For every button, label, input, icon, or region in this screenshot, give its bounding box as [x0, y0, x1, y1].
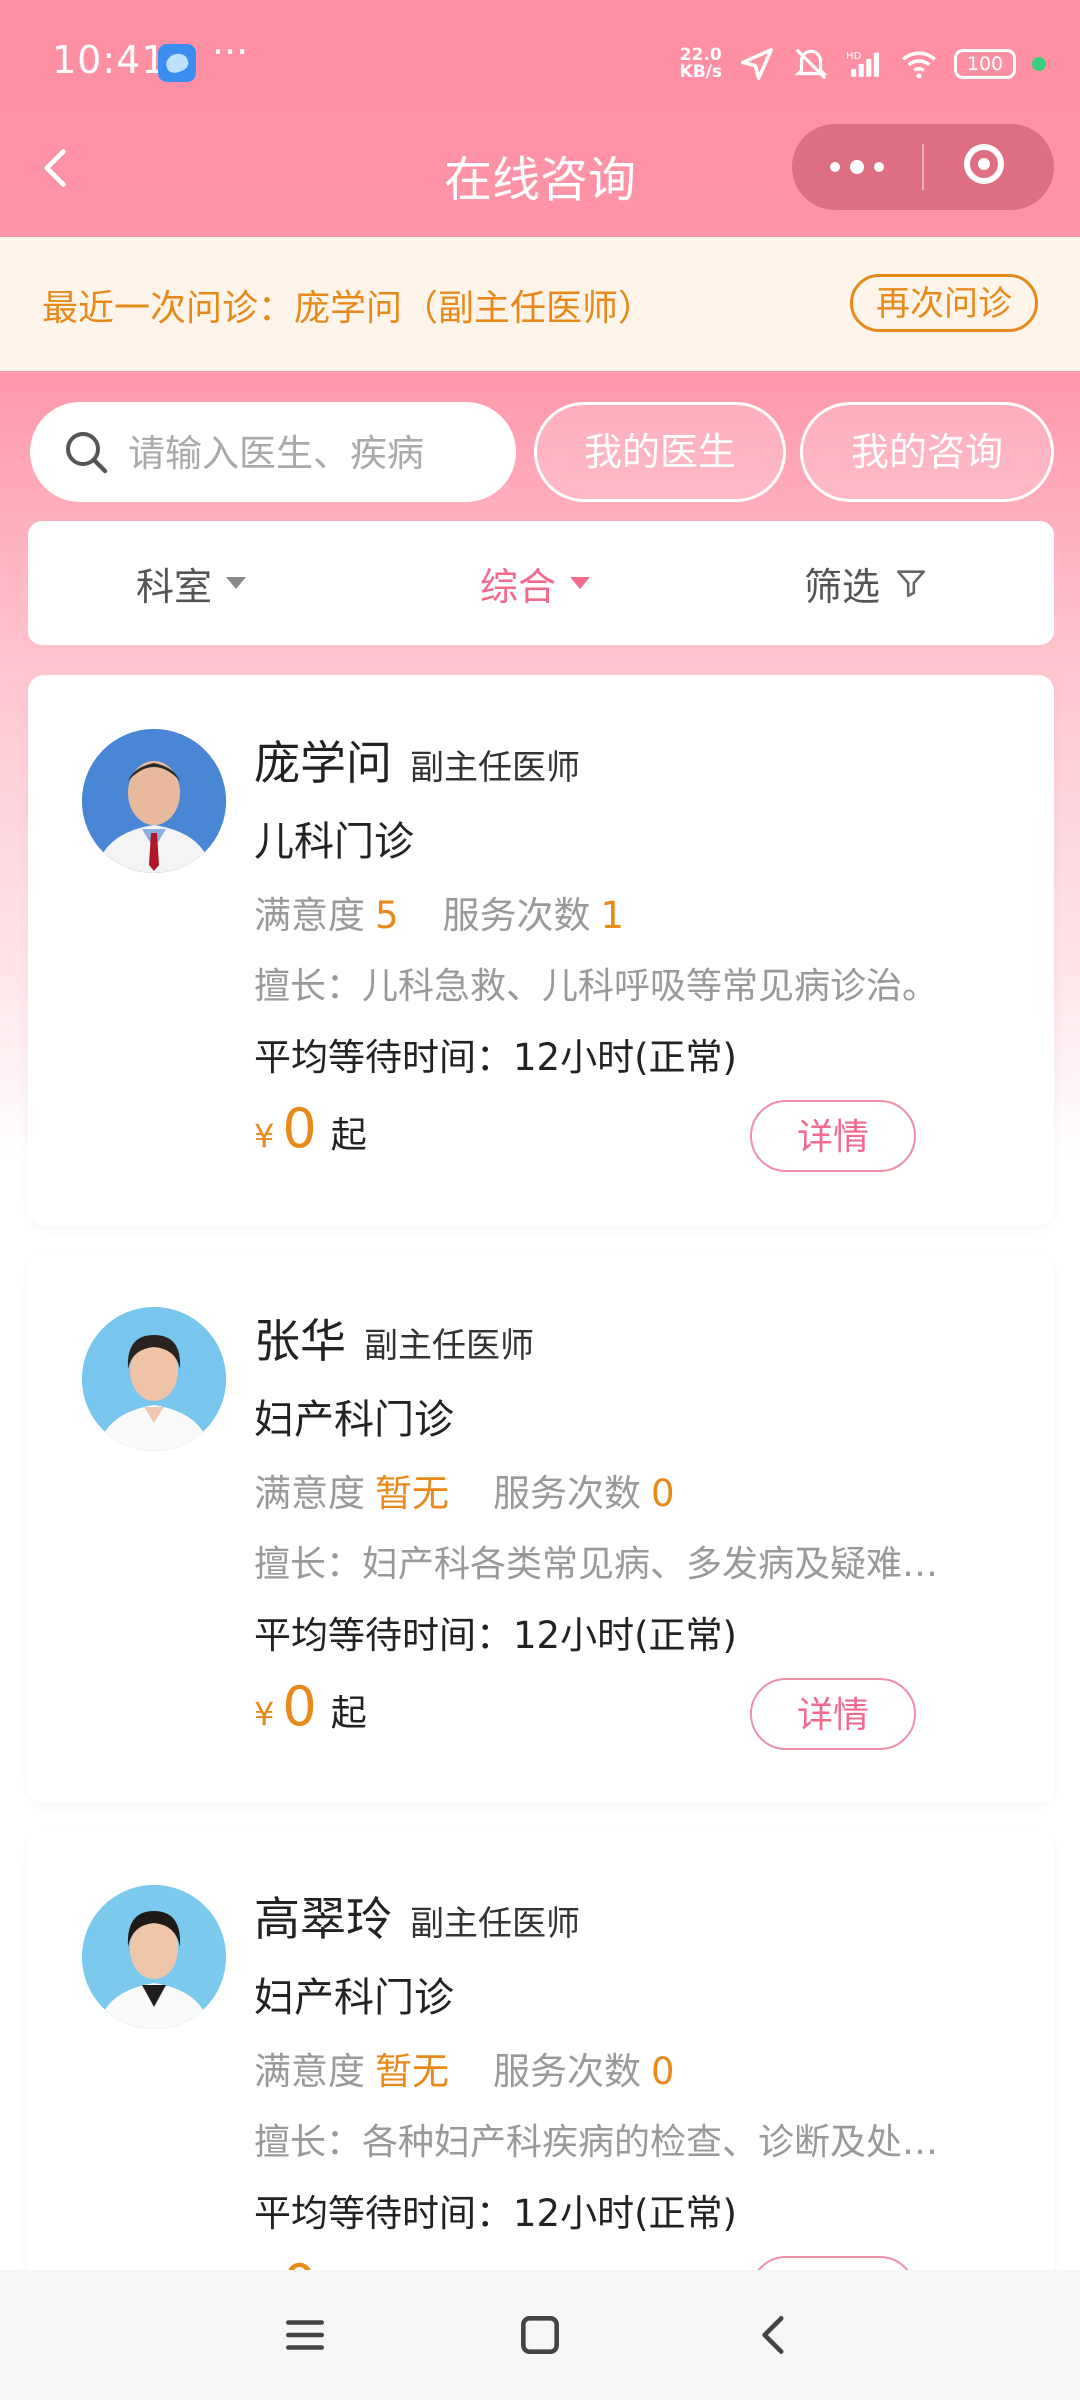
price-value: 0 — [282, 1097, 317, 1160]
filter-department[interactable]: 科室 — [136, 521, 247, 645]
filter-overall[interactable]: 综合 — [480, 521, 591, 645]
price-suffix: 起 — [330, 1693, 367, 1734]
satisfaction-value: 暂无 — [375, 2050, 449, 2093]
svg-text:HD: HD — [846, 51, 862, 62]
doctor-avatar — [82, 1307, 226, 1451]
doctor-name-row: 张华 副主任医师 — [254, 1305, 534, 1371]
dropdown-arrow-icon — [570, 577, 591, 589]
satisfaction-value: 5 — [375, 894, 399, 937]
battery-icon: 100 — [954, 49, 1016, 79]
currency-symbol: ¥ — [254, 1117, 275, 1155]
my-consult-button[interactable]: 我的咨询 — [800, 402, 1054, 502]
back-nav-icon[interactable] — [750, 2310, 800, 2360]
doctor-wait-time: 平均等待时间：12小时(正常) — [254, 2192, 737, 2235]
doctor-name: 庞学问 — [254, 736, 392, 790]
service-count-label: 服务次数 — [493, 1472, 641, 1515]
service-count-value: 1 — [600, 894, 625, 937]
signal-icon: HD — [846, 51, 879, 77]
doctor-specialty: 擅长：各种妇产科疾病的检查、诊断及处… — [254, 2122, 939, 2163]
home-icon[interactable] — [515, 2310, 565, 2360]
doctor-price: ¥0起 — [254, 1097, 367, 1160]
doctor-title: 副主任医师 — [410, 748, 580, 788]
doctor-avatar — [82, 729, 226, 873]
doctor-title: 副主任医师 — [410, 1904, 580, 1944]
miniprogram-capsule — [792, 124, 1054, 210]
doctor-wait-time: 平均等待时间：12小时(正常) — [254, 1614, 737, 1657]
search-icon — [66, 432, 108, 474]
currency-symbol: ¥ — [254, 1695, 275, 1733]
privacy-indicator-icon — [1032, 57, 1046, 71]
service-count-value: 0 — [651, 1472, 675, 1515]
system-nav-bar — [0, 2270, 1080, 2400]
app-notification-icon — [158, 44, 196, 82]
menu-icon[interactable] — [280, 2310, 330, 2360]
reconsult-button[interactable]: 再次问诊 — [850, 274, 1038, 332]
satisfaction-label: 满意度 — [254, 894, 365, 937]
doctor-stats: 满意度 5 服务次数 1 — [254, 885, 668, 939]
service-count-label: 服务次数 — [442, 894, 591, 937]
search-box[interactable] — [30, 402, 516, 502]
filter-screen[interactable]: 筛选 — [804, 521, 928, 645]
doctor-title: 副主任医师 — [364, 1326, 534, 1366]
detail-button[interactable]: 详情 — [750, 1100, 916, 1172]
search-input[interactable] — [126, 424, 500, 482]
filter-overall-label: 综合 — [480, 564, 557, 609]
price-value: 0 — [282, 1675, 317, 1738]
doctor-name-row: 庞学问 副主任医师 — [254, 727, 580, 793]
service-count-label: 服务次数 — [493, 2050, 641, 2093]
close-miniprogram-icon[interactable] — [964, 144, 1004, 184]
wifi-icon — [902, 51, 936, 79]
capsule-divider — [922, 144, 924, 190]
recent-consult-text: 最近一次问诊：庞学问（副主任医师） — [42, 288, 655, 329]
doctor-name: 高翠玲 — [254, 1892, 392, 1946]
filter-bar: 科室 综合 筛选 — [28, 521, 1054, 645]
doctor-department: 妇产科门诊 — [254, 1975, 454, 2021]
doctor-avatar — [82, 1885, 226, 2029]
status-bar: 10:41 ··· 22.0 KB/s HD 100 — [0, 0, 1080, 120]
doctor-department: 妇产科门诊 — [254, 1397, 454, 1443]
funnel-icon — [896, 570, 926, 598]
price-suffix: 起 — [330, 1115, 367, 1156]
status-indicators: 22.0 KB/s HD 100 — [680, 44, 1046, 84]
detail-button[interactable]: 详情 — [750, 1678, 916, 1750]
status-time: 10:41 — [52, 38, 167, 82]
doctor-wait-time: 平均等待时间：12小时(正常) — [254, 1036, 737, 1079]
recent-consult-banner: 最近一次问诊：庞学问（副主任医师） 再次问诊 — [0, 237, 1080, 371]
doctor-department: 儿科门诊 — [254, 819, 414, 865]
location-icon — [741, 48, 773, 80]
doctor-specialty: 擅长：儿科急救、儿科呼吸等常见病诊治。 — [254, 966, 939, 1007]
doctor-stats: 满意度 暂无 服务次数 0 — [254, 1463, 719, 1517]
dropdown-arrow-icon — [226, 577, 247, 589]
doctor-card[interactable]: 庞学问 副主任医师 儿科门诊 满意度 5 服务次数 1 擅长：儿科急救、儿科呼吸等常见病… — [28, 675, 1054, 1225]
satisfaction-label: 满意度 — [254, 2050, 365, 2093]
service-count-value: 0 — [651, 2050, 675, 2093]
mute-icon — [794, 48, 828, 80]
filter-screen-label: 筛选 — [804, 564, 881, 609]
doctor-specialty: 擅长：妇产科各类常见病、多发病及疑难… — [254, 1544, 939, 1585]
satisfaction-value: 暂无 — [375, 1472, 449, 1515]
doctor-card[interactable]: 张华 副主任医师 妇产科门诊 满意度 暂无 服务次数 0 擅长：妇产科各类常见病、多发病… — [28, 1253, 1054, 1803]
more-menu-icon[interactable] — [792, 124, 922, 210]
satisfaction-label: 满意度 — [254, 1472, 365, 1515]
net-speed: 22.0 KB/s — [679, 45, 722, 82]
more-notifications-icon: ··· — [212, 30, 249, 74]
doctor-name: 张华 — [254, 1314, 346, 1368]
doctor-stats: 满意度 暂无 服务次数 0 — [254, 2041, 719, 2095]
filter-department-label: 科室 — [136, 564, 213, 609]
doctor-price: ¥0起 — [254, 1675, 367, 1738]
my-doctor-button[interactable]: 我的医生 — [534, 402, 786, 502]
doctor-name-row: 高翠玲 副主任医师 — [254, 1883, 580, 1949]
